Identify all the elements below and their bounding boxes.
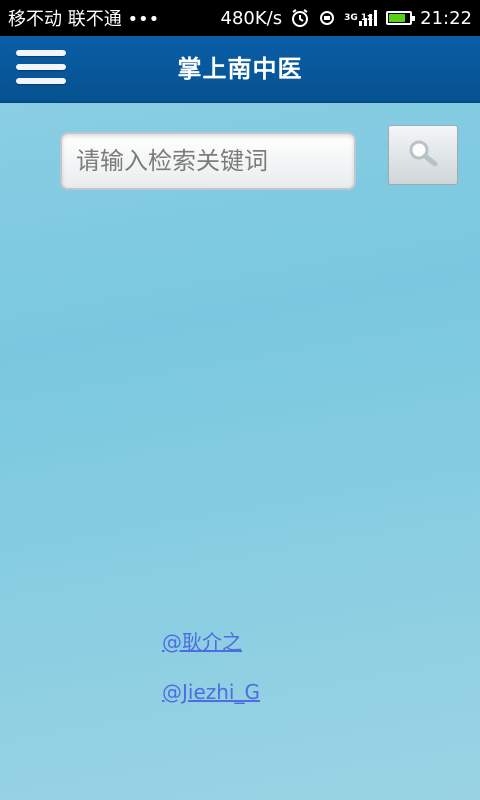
clock: 21:22 (420, 7, 472, 29)
page-title: 掌上南中医 (177, 55, 303, 83)
status-icons: 480K/s 3G 1x 21:22 (221, 8, 472, 29)
carrier-text: 移不动 联不通 ••• (8, 9, 160, 30)
search-icon (405, 138, 441, 172)
search-button[interactable] (388, 125, 458, 185)
sync-icon (318, 9, 336, 27)
author-link-handle[interactable]: @Jiezhi_G (162, 680, 260, 704)
search-input[interactable] (60, 132, 356, 190)
app-header: 掌上南中医 (0, 36, 480, 103)
network-type: 3G 1x (344, 12, 373, 23)
signal-icon: 3G 1x (344, 9, 378, 27)
network-speed: 480K/s (220, 7, 283, 29)
alarm-icon (290, 8, 310, 28)
battery-icon (386, 11, 416, 25)
status-bar: 移不动 联不通 ••• 480K/s 3G 1x 21:22 (0, 0, 480, 36)
author-link-chinese[interactable]: @耿介之 (162, 626, 242, 655)
